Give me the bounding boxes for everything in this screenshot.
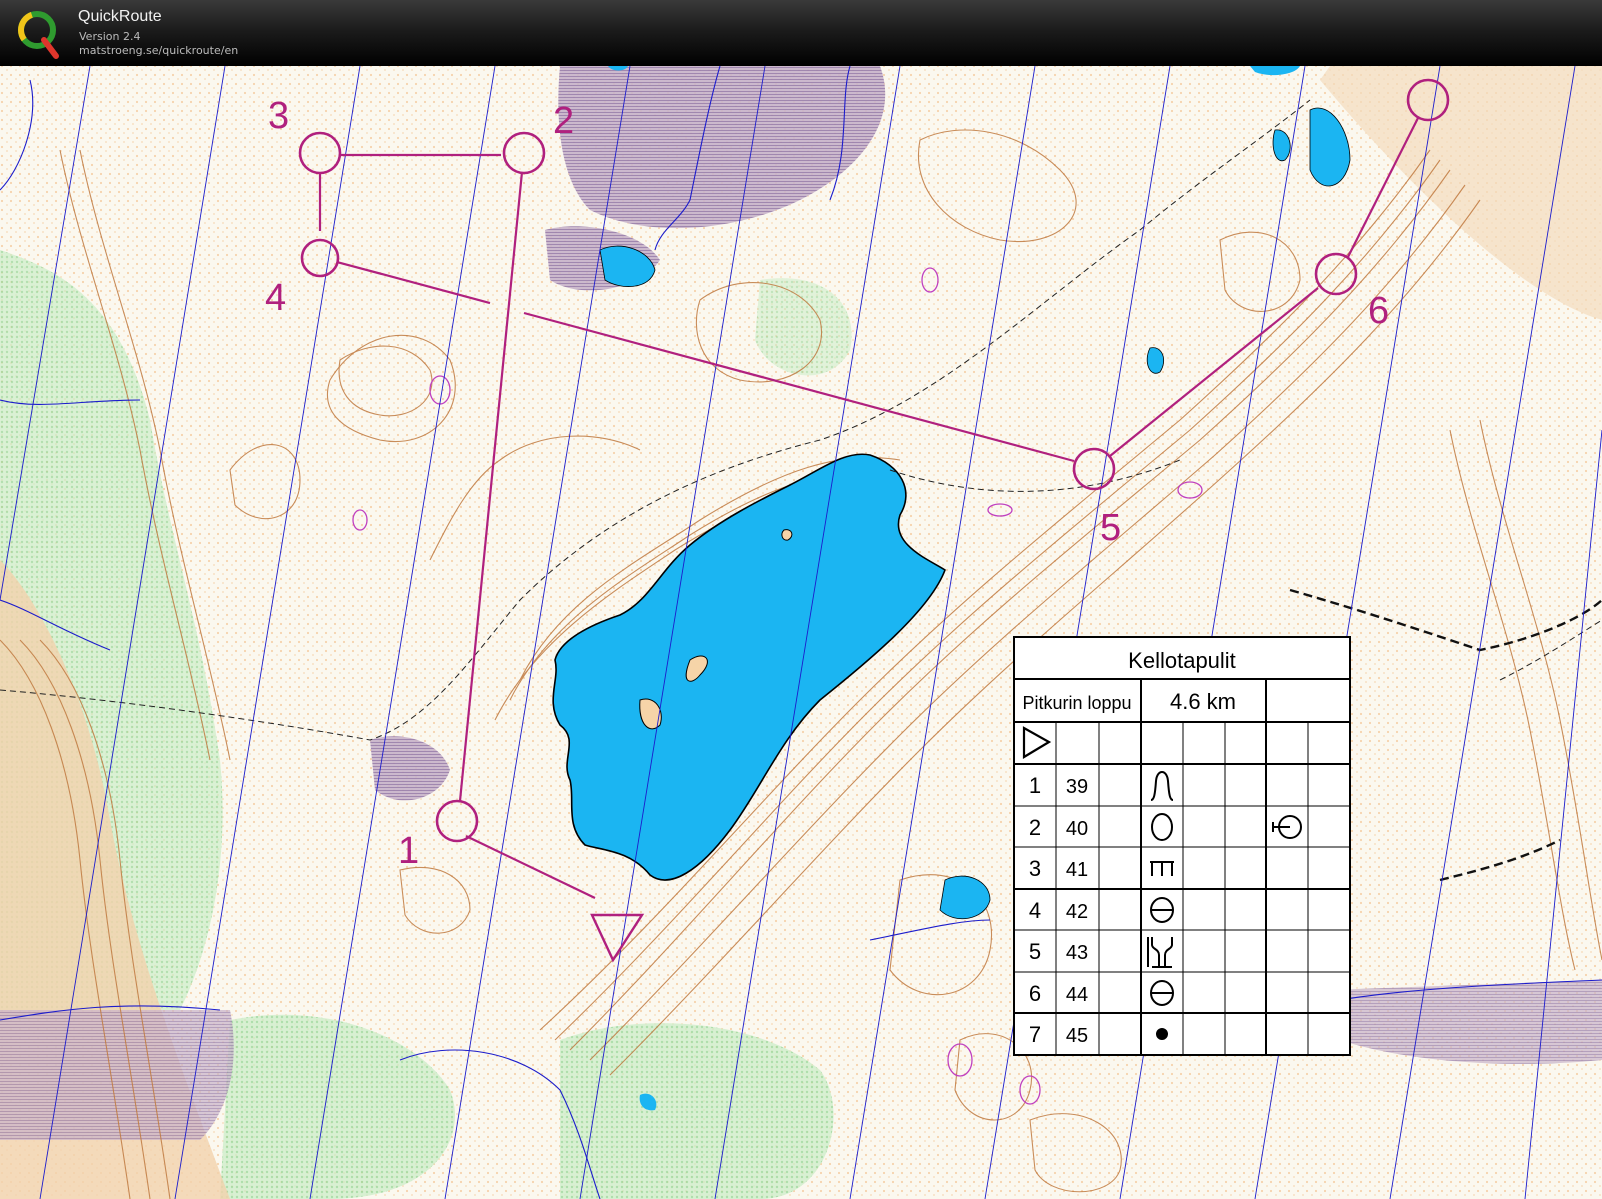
island bbox=[781, 529, 793, 541]
row-number: 7 bbox=[1029, 1022, 1041, 1047]
control-number-4: 4 bbox=[265, 277, 286, 319]
row-number: 2 bbox=[1029, 815, 1041, 840]
control-description-sheet: Kellotapulit Pitkurin loppu 4.6 km 1 39 2 4… bbox=[1013, 636, 1351, 1056]
control-code: 39 bbox=[1066, 776, 1088, 798]
row-number: 6 bbox=[1029, 981, 1041, 1006]
control-number-3: 3 bbox=[268, 95, 289, 137]
description-length: 4.6 km bbox=[1170, 689, 1236, 714]
title-bar: QuickRoute Version 2.4 matstroeng.se/qui… bbox=[0, 0, 1602, 66]
control-code: 40 bbox=[1066, 818, 1088, 840]
marsh-area bbox=[0, 1010, 234, 1140]
control-number-1: 1 bbox=[398, 830, 419, 872]
control-code: 44 bbox=[1066, 984, 1088, 1006]
app-name: QuickRoute bbox=[78, 8, 162, 25]
pond bbox=[1146, 347, 1164, 374]
row-number: 5 bbox=[1029, 939, 1041, 964]
control-number-6: 6 bbox=[1368, 290, 1389, 332]
control-code: 42 bbox=[1066, 901, 1088, 923]
app-version: Version 2.4 bbox=[79, 30, 141, 43]
quickroute-logo-icon bbox=[18, 11, 59, 59]
control-code: 43 bbox=[1066, 942, 1088, 964]
row-number: 1 bbox=[1029, 773, 1041, 798]
map-view[interactable]: 1 2 3 4 5 6 Kellotapulit Pitkurin loppu … bbox=[0, 66, 1602, 1199]
app-url[interactable]: matstroeng.se/quickroute/en bbox=[79, 44, 238, 57]
description-title: Kellotapulit bbox=[1128, 648, 1236, 673]
control-code: 41 bbox=[1066, 859, 1088, 881]
boulder-icon bbox=[1156, 1028, 1168, 1040]
row-number: 4 bbox=[1029, 898, 1041, 923]
control-number-5: 5 bbox=[1100, 507, 1121, 549]
orienteering-map: 1 2 3 4 5 6 Kellotapulit Pitkurin loppu … bbox=[0, 66, 1602, 1199]
control-number-2: 2 bbox=[553, 100, 574, 142]
description-class: Pitkurin loppu bbox=[1022, 693, 1131, 713]
control-code: 45 bbox=[1066, 1025, 1088, 1047]
row-number: 3 bbox=[1029, 856, 1041, 881]
